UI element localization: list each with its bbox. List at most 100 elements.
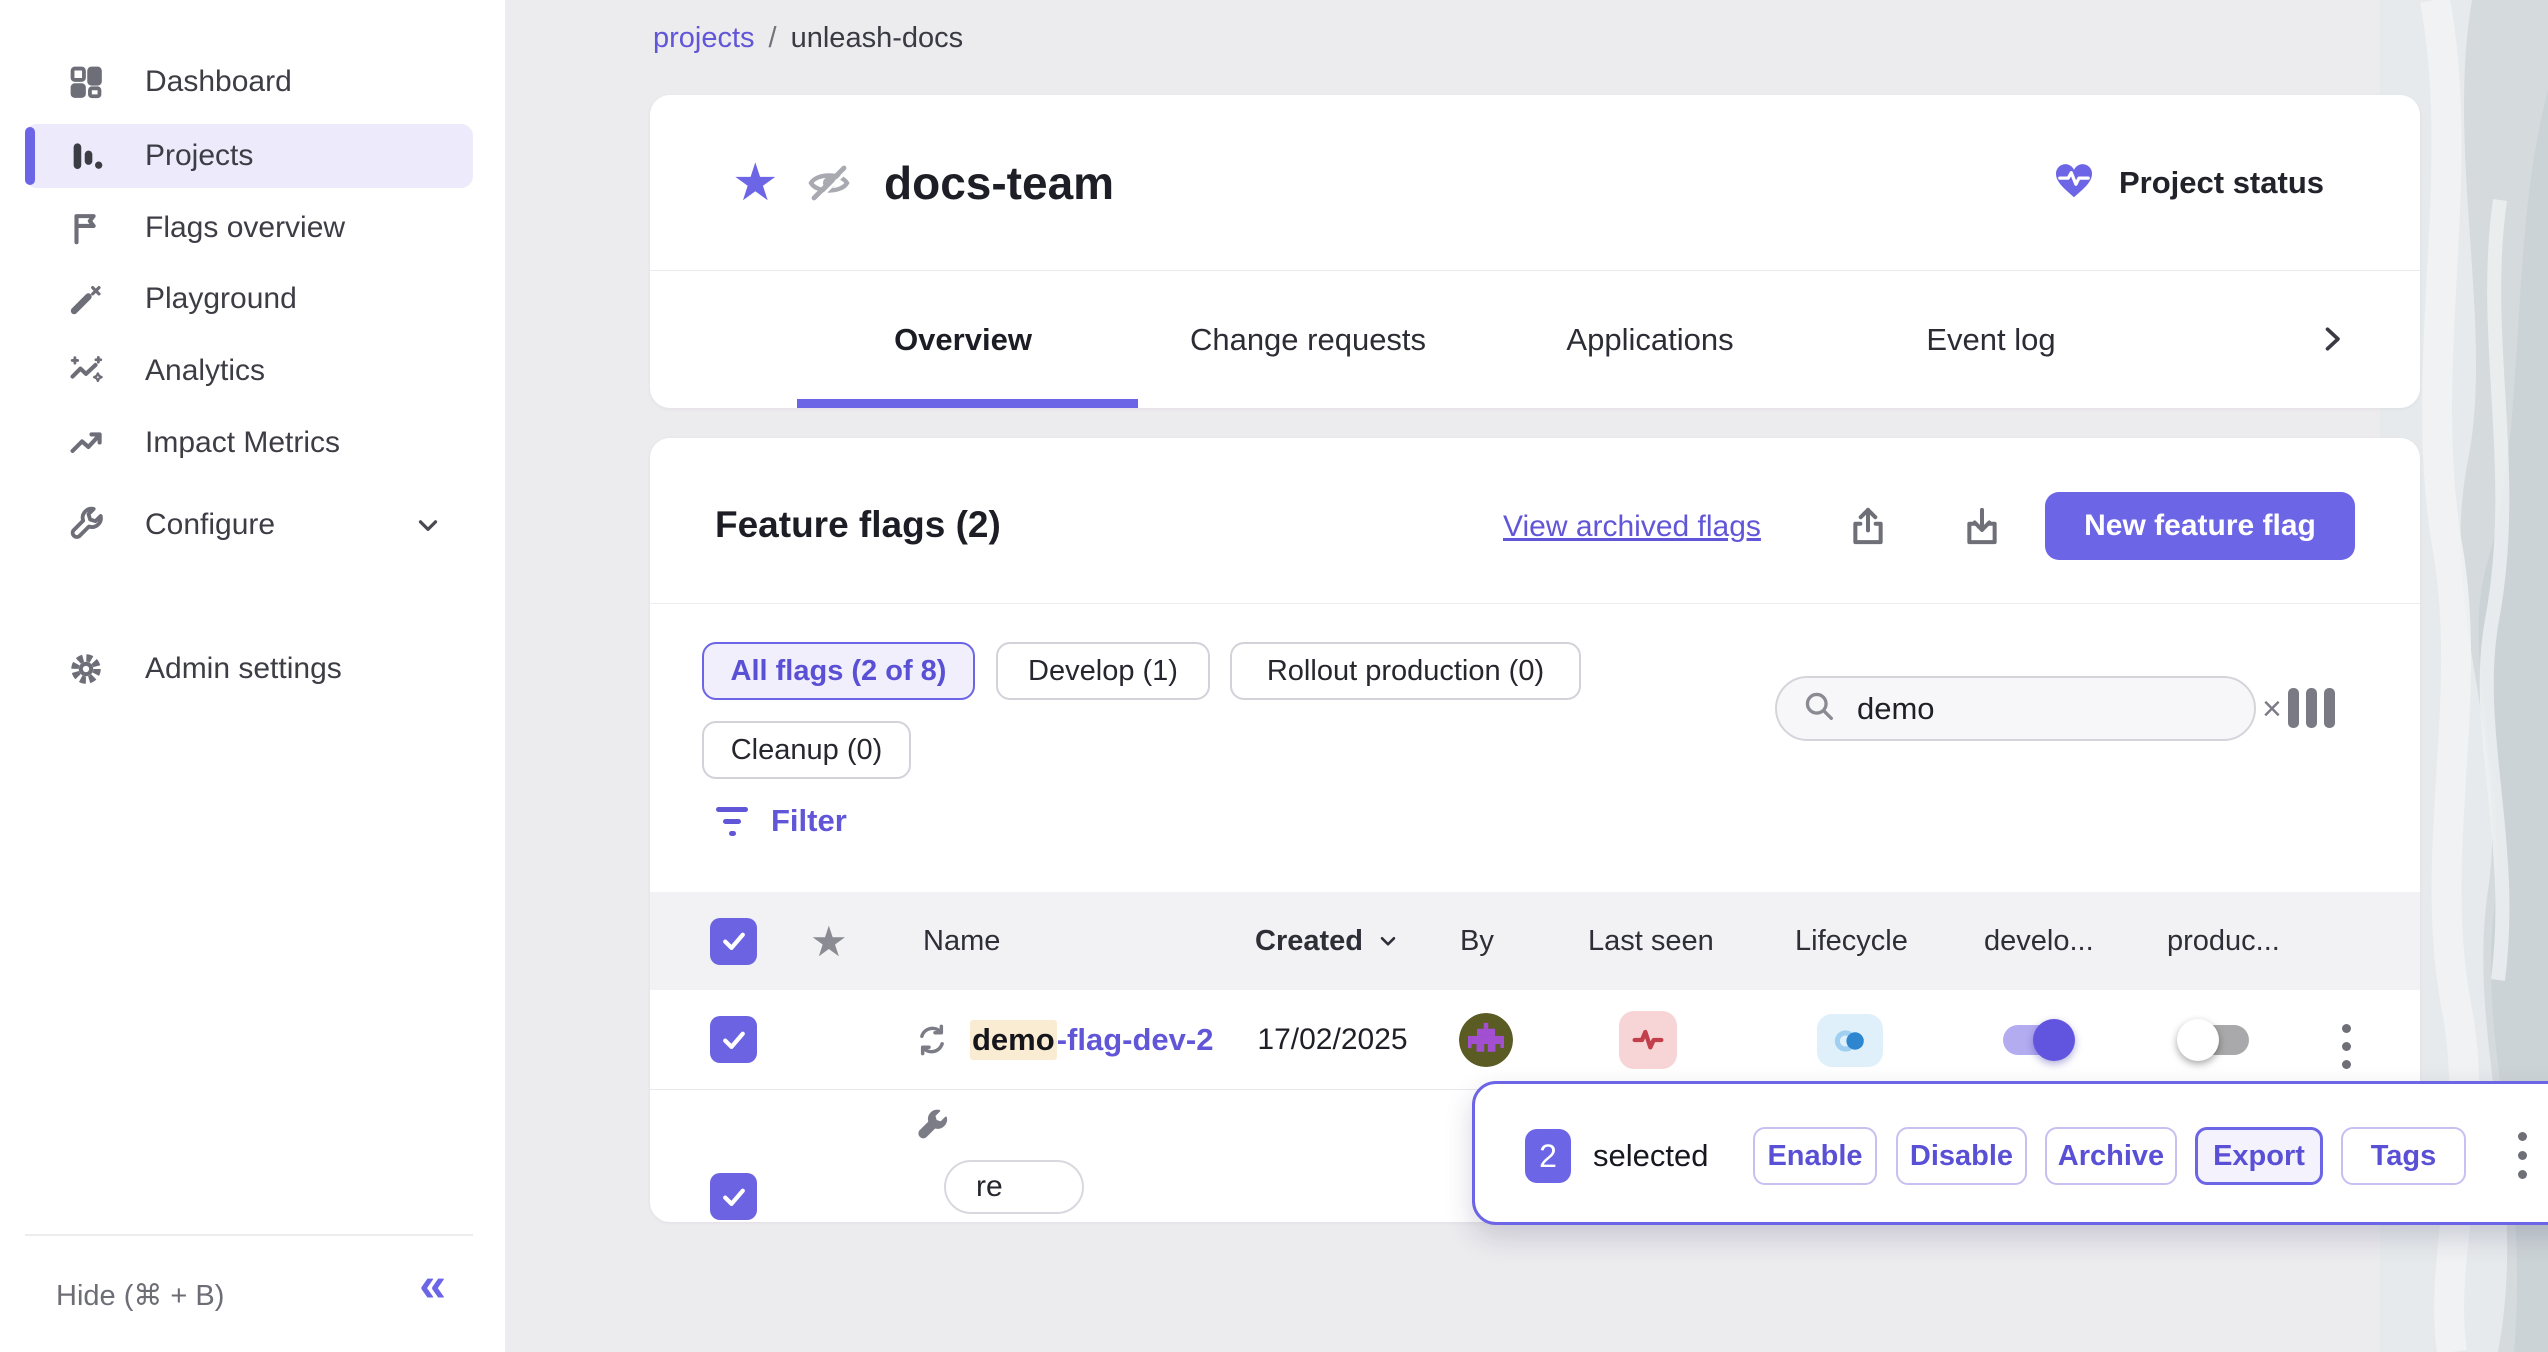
sidebar-item-label: Impact Metrics [145,426,340,460]
flag-name-link[interactable]: demo-flag-dev-2 [970,990,1213,1089]
heart-pulse-icon [2051,157,2097,208]
row-checkbox[interactable] [710,1131,757,1222]
chip-develop[interactable]: Develop (1) [996,642,1210,700]
trending-up-icon [65,422,107,464]
avatar [1459,990,1513,1089]
column-name[interactable]: Name [923,892,1000,990]
checkbox-checked-icon[interactable] [710,1173,757,1220]
filter-lines-icon [715,807,749,836]
flag-name-pill[interactable]: re [944,1160,1084,1214]
clear-search-icon[interactable]: × [2256,692,2288,726]
tab-applications[interactable]: Applications [1566,271,1733,408]
chevron-down-icon[interactable] [413,510,443,540]
table-row: demo-flag-dev-2 17/02/2025 [650,990,2420,1090]
sidebar-item-label: Configure [145,508,275,542]
row-checkbox[interactable] [710,990,757,1089]
sidebar-item-label: Analytics [145,354,265,388]
filter-button[interactable]: Filter [715,798,847,844]
tab-bar: Overview Change requests Applications Ev… [650,271,2420,408]
selected-count-badge: 2 [1525,1129,1571,1183]
projects-icon [65,135,107,177]
sidebar-item-admin-settings[interactable]: Admin settings [25,637,473,701]
sidebar: Dashboard Projects Flags overview [0,0,505,1352]
sidebar-item-label: Playground [145,282,297,316]
project-status-button[interactable]: Project status [2051,157,2324,208]
column-last-seen[interactable]: Last seen [1588,892,1714,990]
select-all-checkbox[interactable] [710,892,757,990]
sidebar-collapse-icon[interactable]: « [419,1262,443,1310]
checkbox-checked-icon[interactable] [710,918,757,965]
sidebar-item-projects[interactable]: Projects [25,124,473,188]
selected-label: selected [1593,1138,1708,1174]
production-toggle[interactable] [2181,1025,2249,1055]
view-archived-flags-link[interactable]: View archived flags [1503,510,1761,544]
column-created-label: Created [1255,925,1363,958]
breadcrumb-separator: / [769,22,777,55]
export-button[interactable]: Export [2195,1127,2323,1185]
column-production[interactable]: produc... [2167,892,2280,990]
enable-button[interactable]: Enable [1753,1127,1877,1185]
sidebar-item-impact-metrics[interactable]: Impact Metrics [25,411,473,475]
tab-change-requests[interactable]: Change requests [1190,271,1426,408]
project-title: docs-team [884,156,1114,210]
export-icon[interactable] [1842,500,1894,552]
chevron-right-icon[interactable] [2314,321,2350,362]
import-icon[interactable] [1956,500,2008,552]
chip-all-flags[interactable]: All flags (2 of 8) [702,642,975,700]
flag-name-rest: -flag-dev-2 [1057,1022,1214,1058]
sidebar-item-label: Admin settings [145,652,342,686]
lifecycle-badge[interactable] [1817,1014,1883,1067]
column-favorite-star-icon[interactable]: ★ [810,892,848,990]
flag-search[interactable]: × [1775,676,2256,741]
favorite-star-icon[interactable]: ★ [732,157,779,209]
new-feature-flag-button[interactable]: New feature flag [2045,492,2355,560]
sidebar-item-label: Dashboard [145,65,292,99]
archive-button[interactable]: Archive [2045,1127,2177,1185]
sidebar-footer-divider [25,1234,473,1236]
dashboard-icon [65,61,107,103]
project-header-row: ★ docs-team Project status [650,95,2420,270]
search-icon [1801,688,1837,729]
toggle-thumb [2177,1019,2219,1061]
columns-icon[interactable] [2288,688,2335,728]
breadcrumb-projects-link[interactable]: projects [653,22,755,55]
flag-type-sync-icon [913,990,951,1089]
created-date: 17/02/2025 [1250,990,1415,1089]
more-actions-kebab-icon[interactable] [2510,1124,2535,1187]
analytics-icon [65,350,107,392]
develop-toggle[interactable] [2003,1025,2071,1055]
section-divider [650,603,2420,604]
main-content: projects / unleash-docs ★ docs-team [505,0,2548,1352]
chip-cleanup[interactable]: Cleanup (0) [702,721,911,779]
eye-off-icon [805,159,853,212]
project-header-card: ★ docs-team Project status [650,95,2420,408]
sidebar-item-dashboard[interactable]: Dashboard [25,50,473,114]
checkbox-checked-icon[interactable] [710,1016,757,1063]
column-lifecycle[interactable]: Lifecycle [1795,892,1908,990]
last-seen-badge[interactable] [1619,1011,1677,1069]
sort-desc-icon [1375,928,1401,954]
flag-icon [65,207,107,249]
filter-label: Filter [771,803,847,839]
tab-overview[interactable]: Overview [894,271,1032,408]
bulk-selection-toolbar: 2 selected Enable Disable Archive Export… [1472,1081,2548,1225]
search-input[interactable] [1857,691,2256,727]
chip-rollout-production[interactable]: Rollout production (0) [1230,642,1581,700]
gear-icon [65,648,107,690]
row-actions-kebab-icon[interactable] [2336,1018,2357,1075]
sidebar-item-configure[interactable]: Configure [25,493,473,557]
column-by[interactable]: By [1460,892,1494,990]
breadcrumb-current: unleash-docs [791,22,964,55]
wand-icon [65,278,107,320]
column-created[interactable]: Created [1255,892,1401,990]
sidebar-item-playground[interactable]: Playground [25,267,473,331]
tab-event-log[interactable]: Event log [1926,271,2055,408]
sidebar-item-analytics[interactable]: Analytics [25,339,473,403]
disable-button[interactable]: Disable [1896,1127,2027,1185]
app-window: Dashboard Projects Flags overview [0,0,2548,1352]
project-status-label: Project status [2119,165,2324,201]
tags-button[interactable]: Tags [2341,1127,2466,1185]
column-develop[interactable]: develo... [1984,892,2094,990]
table-header: ★ Name Created By Last seen Lifecycle de… [650,892,2420,990]
sidebar-item-flags-overview[interactable]: Flags overview [25,196,473,260]
